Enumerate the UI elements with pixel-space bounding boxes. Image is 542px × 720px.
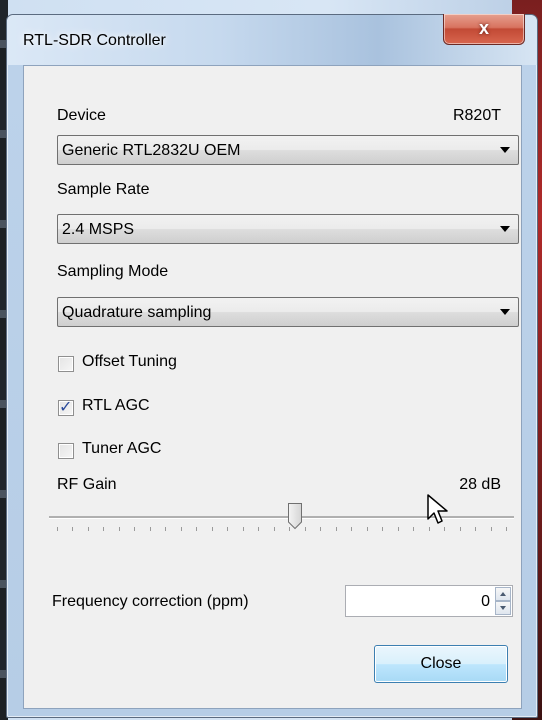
slider-tick [134, 527, 136, 531]
tuner-agc-checkbox[interactable] [58, 443, 74, 459]
slider-tick [118, 527, 120, 531]
slider-tick [475, 527, 477, 531]
rf-gain-value: 28 dB [459, 476, 501, 493]
device-label: Device [57, 107, 106, 124]
slider-tick [211, 527, 213, 531]
slider-tick [196, 527, 198, 531]
slider-tick [289, 527, 291, 531]
slider-tick [180, 527, 182, 531]
device-dropdown[interactable]: Generic RTL2832U OEM [57, 135, 519, 165]
chevron-down-icon [500, 147, 510, 153]
slider-tick [57, 527, 58, 531]
window-close-button[interactable]: x [443, 14, 525, 45]
slider-tick [382, 527, 384, 531]
rtl-agc-checkbox[interactable]: ✓ [58, 399, 74, 416]
offset-tuning-checkbox[interactable] [58, 356, 74, 372]
sample-rate-label: Sample Rate [57, 181, 150, 198]
offset-tuning-label[interactable]: Offset Tuning [82, 353, 177, 371]
rtl-agc-label[interactable]: RTL AGC [82, 397, 150, 415]
slider-tick [320, 527, 322, 531]
slider-tick [227, 527, 229, 531]
title-bar[interactable]: RTL-SDR Controller x [7, 14, 537, 65]
slider-tick [242, 527, 244, 531]
sampling-mode-dropdown-value: Quadrature sampling [62, 304, 212, 321]
slider-tick [397, 527, 399, 531]
slider-tick [87, 527, 89, 531]
spin-up-icon[interactable] [495, 587, 511, 601]
tuner-agc-label[interactable]: Tuner AGC [82, 440, 161, 458]
slider-tick [258, 527, 260, 531]
device-dropdown-value: Generic RTL2832U OEM [62, 142, 241, 159]
window-title: RTL-SDR Controller [23, 32, 166, 49]
close-button[interactable]: Close [374, 645, 508, 683]
slider-tick [149, 527, 151, 531]
slider-tick [459, 527, 461, 531]
slider-tick [103, 527, 105, 531]
chevron-down-icon [500, 309, 510, 315]
frequency-correction-label: Frequency correction (ppm) [52, 593, 249, 610]
slider-tick [490, 527, 492, 531]
mouse-cursor-icon [427, 494, 448, 524]
spin-buttons [495, 587, 511, 615]
slider-tick [366, 527, 368, 531]
sampling-mode-dropdown[interactable]: Quadrature sampling [57, 297, 519, 327]
slider-tick [304, 527, 306, 531]
sample-rate-dropdown[interactable]: 2.4 MSPS [57, 214, 519, 244]
sampling-mode-label: Sampling Mode [57, 263, 169, 280]
slider-tick [506, 527, 507, 531]
spin-down-icon[interactable] [495, 601, 511, 615]
slider-tick [335, 527, 337, 531]
slider-tick [165, 527, 167, 531]
tuner-type-label: R820T [452, 107, 501, 124]
rf-gain-label: RF Gain [57, 476, 117, 493]
slider-tick [72, 527, 74, 531]
slider-tick [413, 527, 415, 531]
frequency-correction-spinbox[interactable]: 0 [345, 585, 513, 617]
rf-gain-slider-thumb[interactable] [287, 502, 303, 530]
slider-tick [273, 527, 275, 531]
sample-rate-dropdown-value: 2.4 MSPS [62, 221, 135, 238]
chevron-down-icon [500, 226, 510, 232]
checkmark-icon: ✓ [59, 399, 73, 416]
frequency-correction-value[interactable]: 0 [481, 593, 490, 611]
slider-tick [351, 527, 353, 531]
